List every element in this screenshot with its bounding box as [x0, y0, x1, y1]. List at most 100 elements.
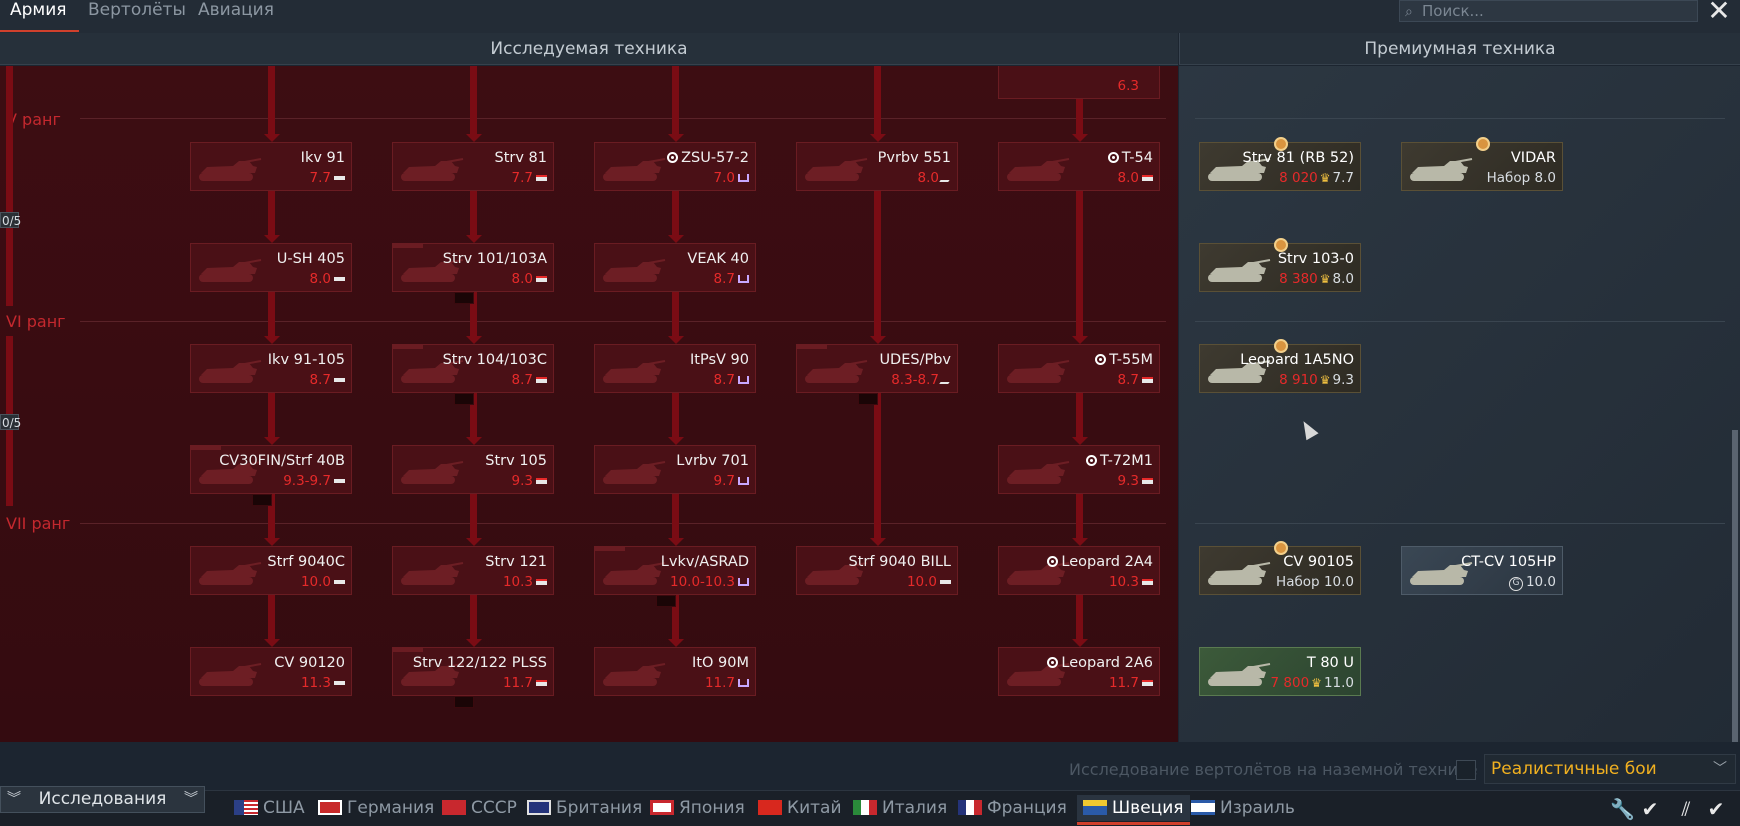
vehicle-card[interactable]: Leopard 2A6 11.7	[998, 647, 1160, 696]
tab-aviation[interactable]: Авиация	[198, 0, 274, 32]
vehicle-card[interactable]: T-55M 8.7	[998, 344, 1160, 393]
golden-eagle-icon: ♛	[1319, 272, 1331, 286]
wrench-icon[interactable]: 🔧	[1610, 797, 1635, 821]
vehicle-card[interactable]: T-72M1 9.3	[998, 445, 1160, 494]
tank-thumbnail	[1001, 349, 1071, 389]
br-value: 8.7	[309, 372, 331, 388]
vehicle-card[interactable]: Strv 121 10.3	[392, 546, 554, 595]
nation-label: США	[263, 798, 305, 818]
medium-tank-icon	[1142, 579, 1153, 585]
vehicle-card[interactable]: VEAK 40 8.7	[594, 243, 756, 292]
nation-label: Швеция	[1112, 798, 1184, 818]
vehicle-name: Leopard 2A4	[1061, 554, 1153, 570]
game-mode-select[interactable]: Реалистичные бои ﹀	[1484, 754, 1736, 784]
br-value: 11.7	[1108, 675, 1139, 691]
tree-arrow	[667, 134, 684, 142]
rank-divider	[1195, 118, 1725, 119]
nation-tab[interactable]: США	[234, 795, 305, 821]
vehicle-card[interactable]: Strf 9040 BILL 10.0	[796, 546, 958, 595]
vehicle-card[interactable]: Ikv 91 7.7	[190, 142, 352, 191]
rockets-icon[interactable]: ⫽	[1674, 797, 1698, 821]
br-value: 8.7	[511, 372, 533, 388]
br-value: 11.7	[502, 675, 533, 691]
vehicle-card[interactable]: Leopard 2A4 10.3	[998, 546, 1160, 595]
scrollbar[interactable]	[1732, 430, 1738, 742]
br-value: 10.0	[906, 574, 937, 590]
golden-eagle-icon: ♛	[1311, 676, 1322, 690]
nation-tab[interactable]: Италия	[853, 795, 947, 821]
vehicle-card[interactable]: Strv 105 9.3	[392, 445, 554, 494]
vehicle-card[interactable]: Strf 9040C 10.0	[190, 546, 352, 595]
premium-vehicle-card[interactable]: VIDAR Набор 8.0	[1401, 137, 1563, 191]
premium-vehicle-card[interactable]: Strv 81 (RB 52) 8 020 ♛ 7.7	[1199, 137, 1361, 191]
heli-research-checkbox[interactable]	[1456, 760, 1476, 780]
spaa-icon	[738, 679, 749, 687]
vehicle-card[interactable]: Strv 122/122 PLSS 11.7	[392, 647, 554, 696]
vehicle-card-partial[interactable]: 6.3	[998, 66, 1160, 99]
vehicle-card[interactable]: CV30FIN/Strf 40B 9.3-9.7	[190, 445, 352, 494]
nation-tab[interactable]: Япония	[650, 795, 745, 821]
vehicle-card[interactable]: Strv 104/103C 8.7	[392, 344, 554, 393]
premium-vehicle-card[interactable]: CV 90105 Набор 10.0	[1199, 541, 1361, 595]
vehicle-name: Strv 105	[485, 453, 547, 469]
vehicle-card[interactable]: Pvrbv 551 8.0	[796, 142, 958, 191]
nation-tab[interactable]: Израиль	[1191, 795, 1295, 821]
check-icon[interactable]: ✔	[1638, 797, 1662, 821]
tree-arrow	[667, 336, 684, 344]
vehicle-card[interactable]: U-SH 405 8.0	[190, 243, 352, 292]
vehicle-name: VIDAR	[1510, 150, 1556, 166]
close-icon[interactable]: ✕	[1702, 0, 1736, 25]
vehicle-name: Strf 9040C	[267, 554, 345, 570]
atgm-icon	[939, 376, 954, 384]
vehicle-card[interactable]: ZSU-57-2 7.0	[594, 142, 756, 191]
vehicle-name: Ikv 91-105	[267, 352, 345, 368]
vehicle-card[interactable]: T-54 8.0	[998, 142, 1160, 191]
tree-connector	[874, 191, 881, 338]
medium-tank-icon	[536, 478, 547, 484]
tank-thumbnail	[395, 450, 465, 490]
vehicle-card[interactable]: Ikv 91-105 8.7	[190, 344, 352, 393]
tree-arrow	[1071, 336, 1088, 344]
spaa-icon	[738, 275, 749, 283]
tab-army[interactable]: Армия	[0, 0, 78, 32]
rank-progress-v: 0/5	[0, 212, 22, 228]
br-value: 10.0	[1525, 574, 1556, 590]
vehicle-card[interactable]: ItPsV 90 8.7	[594, 344, 756, 393]
premium-vehicle-card[interactable]: CT-CV 105HP G 10.0	[1401, 546, 1563, 595]
vehicle-card[interactable]: ItO 90M 11.7	[594, 647, 756, 696]
tank-thumbnail	[1202, 248, 1272, 288]
tree-connector	[1076, 191, 1083, 338]
vehicle-card[interactable]: CV 90120 11.3	[190, 647, 352, 696]
vehicle-card[interactable]: Strv 101/103A 8.0	[392, 243, 554, 292]
search-input[interactable]: ⌕ Поиск...	[1399, 0, 1698, 22]
japan-flag-icon	[650, 800, 674, 815]
vehicle-card[interactable]: Strv 81 7.7	[392, 142, 554, 191]
nation-tab[interactable]: Франция	[958, 795, 1067, 821]
br-value: 8.0	[1534, 170, 1556, 186]
research-button[interactable]: ︾ Исследования ︾	[0, 786, 205, 813]
premium-vehicle-card[interactable]: T 80 U 7 800 ♛ 11.0	[1199, 647, 1361, 696]
tab-helicopters[interactable]: Вертолёты	[88, 0, 186, 32]
vehicle-card[interactable]: UDES/Pbv 8.3-8.7	[796, 344, 958, 393]
check-icon[interactable]: ✔	[1704, 797, 1728, 821]
br-value: 8.3-8.7	[891, 372, 939, 388]
nation-label: Британия	[556, 798, 643, 818]
nation-tab[interactable]: СССР	[442, 795, 517, 821]
premium-medal-icon	[1274, 541, 1288, 555]
vehicle-card[interactable]: Lvrbv 701 9.7	[594, 445, 756, 494]
tree-connector	[672, 66, 679, 136]
tank-thumbnail	[395, 147, 465, 187]
nation-tab[interactable]: Китай	[758, 795, 842, 821]
tree-arrow	[263, 336, 280, 344]
nation-tab[interactable]: Британия	[527, 795, 642, 821]
vehicle-name: T-55M	[1109, 352, 1153, 368]
vehicle-card[interactable]: Lvkv/ASRAD 10.0-10.3	[594, 546, 756, 595]
br-value: 8.0	[917, 170, 939, 186]
premium-vehicle-card[interactable]: Strv 103-0 8 380 ♛ 8.0	[1199, 238, 1361, 292]
top-bar: Армия Вертолёты Авиация ⌕ Поиск... ✕	[0, 0, 1740, 33]
br-value: 11.3	[300, 675, 331, 691]
nation-tab[interactable]: Швеция	[1077, 795, 1190, 825]
nation-tab[interactable]: Германия	[318, 795, 434, 821]
br-value: 10.0	[300, 574, 331, 590]
premium-vehicle-card[interactable]: Leopard 1A5NO 8 910 ♛ 9.3	[1199, 339, 1361, 393]
